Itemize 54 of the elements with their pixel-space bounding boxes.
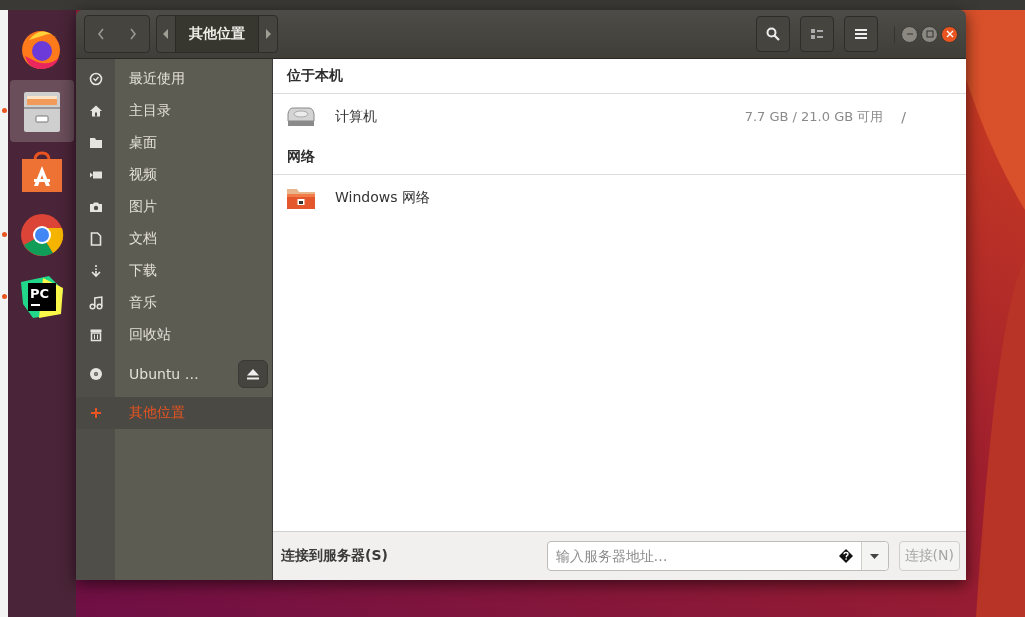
plus-icon	[88, 406, 103, 420]
trash-icon	[88, 328, 103, 342]
eject-button[interactable]	[238, 360, 268, 388]
section-heading: 位于本机	[273, 59, 966, 94]
maximize-icon	[925, 30, 934, 38]
document-icon	[88, 232, 103, 246]
sidebar-item[interactable]: 回收站	[76, 319, 272, 351]
camera-icon	[88, 200, 103, 214]
disc-icon	[88, 367, 103, 381]
sidebar-item[interactable]: 桌面	[76, 127, 272, 159]
list-view-icon	[811, 29, 823, 39]
path-button[interactable]: 其他位置	[175, 16, 259, 52]
sidebar-item[interactable]: 文档	[76, 223, 272, 255]
triangle-right-icon	[265, 29, 271, 39]
sidebar-item[interactable]: 视频	[76, 159, 272, 191]
ide-logo-icon[interactable]: PC	[19, 274, 65, 320]
sidebar-item[interactable]: 最近使用	[76, 63, 272, 95]
close-icon	[945, 30, 954, 38]
menu-button[interactable]	[844, 16, 878, 52]
location-row[interactable]: 计算机 7.7 GB / 21.0 GB 可用 /	[273, 94, 966, 140]
address-combo-box[interactable]: 输入服务器地址…	[546, 541, 889, 571]
section-heading: 网络	[273, 140, 966, 175]
chevron-right-icon	[128, 27, 138, 41]
folder-icon	[88, 136, 103, 150]
round-browser-icon[interactable]	[19, 212, 65, 258]
minimize-button[interactable]	[901, 25, 918, 43]
location-row[interactable]: Windows 网络	[273, 175, 966, 221]
sidebar-item[interactable]: Ubuntu …	[76, 355, 272, 393]
download-arrow-icon	[88, 264, 103, 278]
free-space-text: 7.7 GB / 21.0 GB 可用	[744, 108, 884, 126]
home-icon	[88, 104, 103, 118]
help-icon	[838, 549, 853, 563]
sidebar-item[interactable]: 主目录	[76, 95, 272, 127]
dropdown-button[interactable]	[860, 542, 888, 570]
mount-path-text: /	[901, 109, 906, 125]
chevron-left-icon	[96, 27, 106, 41]
eject-icon	[247, 368, 259, 380]
close-button[interactable]	[941, 25, 958, 43]
triangle-left-icon	[163, 29, 169, 39]
sidebar-item[interactable]: 图片	[76, 191, 272, 223]
dock-item[interactable]: PC	[10, 266, 74, 328]
search-button[interactable]	[756, 16, 790, 52]
music-note-icon	[88, 296, 103, 310]
connect-to-server-label: 连接到服务器(S)	[281, 547, 388, 565]
location-name: 计算机	[335, 108, 377, 126]
search-icon	[766, 27, 780, 41]
server-address-field[interactable]: 输入服务器地址…	[547, 548, 831, 564]
caret-icon	[870, 553, 880, 559]
view-toggle-button[interactable]	[800, 16, 834, 52]
minimize-icon	[905, 30, 914, 38]
location-name: Windows 网络	[335, 189, 430, 207]
sidebar-item[interactable]: 音乐	[76, 287, 272, 319]
sidebar-item[interactable]: 下载	[76, 255, 272, 287]
menu-icon	[855, 29, 867, 39]
